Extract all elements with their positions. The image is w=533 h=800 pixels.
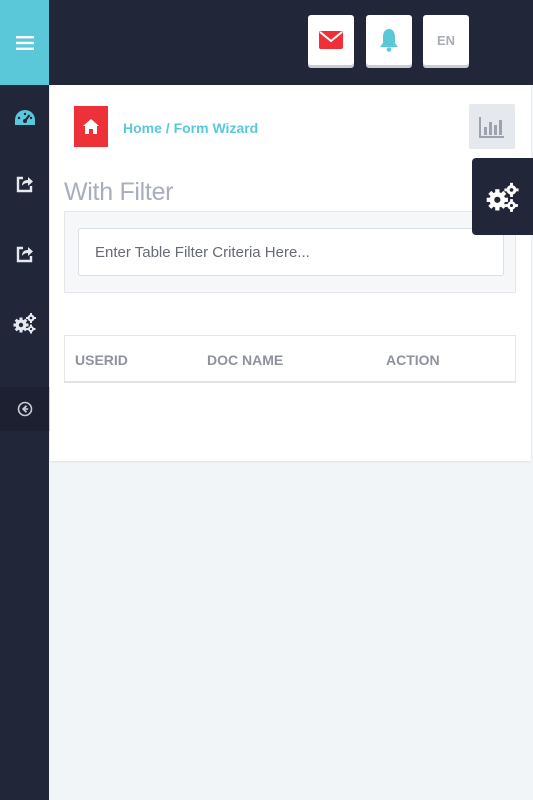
share-icon — [16, 246, 33, 263]
breadcrumb-separator: / — [161, 120, 174, 136]
breadcrumb: Home / Form Wizard — [123, 120, 258, 136]
language-label: EN — [436, 32, 456, 48]
sidebar-item-share-2[interactable] — [0, 232, 49, 276]
chart-button[interactable] — [469, 104, 515, 149]
gears-icon — [486, 182, 519, 212]
language-button[interactable]: EN — [423, 15, 469, 65]
gears-icon — [13, 313, 36, 334]
filter-panel — [64, 211, 516, 293]
sidebar-collapse-button[interactable] — [0, 387, 49, 431]
share-icon — [16, 176, 33, 193]
sidebar-item-settings[interactable] — [0, 301, 49, 345]
top-bar: EN — [49, 0, 533, 85]
settings-panel-toggle[interactable] — [472, 158, 533, 235]
speedometer-icon — [14, 110, 35, 125]
main-card: Home / Form Wizard With Filter USERID DO… — [50, 85, 531, 461]
breadcrumb-current[interactable]: Form Wizard — [174, 120, 259, 136]
column-header-action[interactable]: ACTION — [386, 352, 440, 368]
table-header: USERID DOC NAME ACTION — [64, 335, 516, 383]
bell-icon — [380, 29, 398, 52]
notifications-button[interactable] — [366, 15, 412, 65]
hamburger-icon — [15, 35, 34, 50]
sidebar-item-dashboard[interactable] — [0, 96, 49, 140]
breadcrumb-home-link[interactable]: Home — [123, 120, 162, 136]
section-title: With Filter — [64, 178, 174, 206]
menu-toggle-button[interactable] — [0, 0, 49, 85]
table-filter-input[interactable] — [78, 228, 504, 276]
arrow-left-circle-icon — [17, 401, 32, 417]
home-icon — [83, 119, 99, 134]
sidebar-item-share-1[interactable] — [0, 162, 49, 206]
envelope-icon — [319, 31, 343, 49]
column-header-doc-name[interactable]: DOC NAME — [207, 352, 283, 368]
column-header-userid[interactable]: USERID — [75, 352, 128, 368]
home-button[interactable] — [74, 106, 108, 147]
bar-chart-icon — [479, 116, 504, 138]
mail-button[interactable] — [308, 15, 354, 65]
